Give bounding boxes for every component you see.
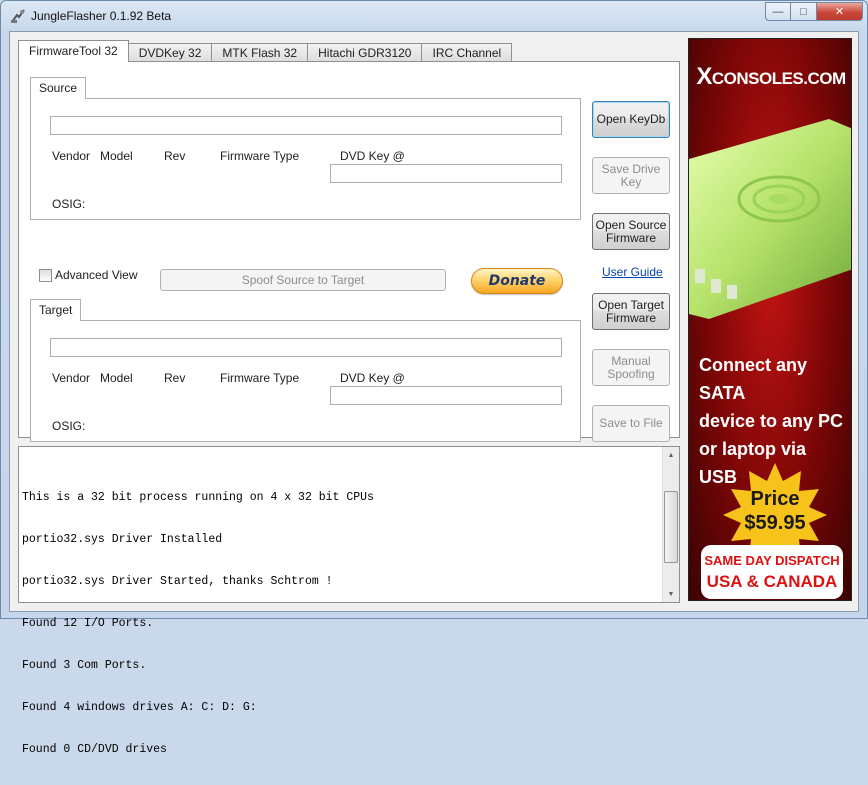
tab-irc-channel[interactable]: IRC Channel — [421, 43, 513, 62]
donate-button[interactable]: Donate — [471, 268, 563, 294]
caption-buttons: — □ ✕ — [765, 2, 863, 22]
advanced-view-label[interactable]: Advanced View — [55, 268, 138, 282]
target-rev-label: Rev — [164, 371, 186, 385]
source-osig-label: OSIG: — [52, 197, 86, 211]
log-line: Found 4 windows drives A: C: D: G: — [22, 701, 257, 714]
target-model-label: Model — [100, 371, 133, 385]
advanced-view-checkbox[interactable] — [39, 269, 52, 282]
open-keydb-button[interactable]: Open KeyDb — [592, 101, 670, 138]
open-target-firmware-button[interactable]: Open Target Firmware — [592, 293, 670, 330]
source-dvd-key-field[interactable] — [330, 164, 562, 183]
source-dvd-key-label: DVD Key @ — [340, 149, 405, 163]
scroll-up-arrow-icon[interactable]: ▲ — [663, 447, 679, 463]
ad-logo-text: CONSOLES.COM — [711, 69, 846, 88]
log-line: portio32.sys Driver Started, thanks Scht… — [22, 575, 333, 588]
xconsoles-ad[interactable]: XCONSOLES.COM Connect any SATA device to… — [688, 38, 852, 601]
source-group: Vendor Model Rev Firmware Type DVD Key @… — [30, 98, 581, 220]
log-scrollbar[interactable]: ▲ ▼ — [662, 447, 679, 602]
ad-banner-line1: SAME DAY DISPATCH — [704, 553, 840, 568]
user-guide-link[interactable]: User Guide — [602, 265, 663, 279]
spoof-source-to-target-button[interactable]: Spoof Source to Target — [160, 269, 446, 291]
target-dvd-key-label: DVD Key @ — [340, 371, 405, 385]
tab-hitachi[interactable]: Hitachi GDR3120 — [307, 43, 423, 62]
tab-mtk-flash[interactable]: MTK Flash 32 — [211, 43, 309, 62]
target-group-tab[interactable]: Target — [30, 299, 82, 321]
target-drive-field[interactable] — [50, 338, 562, 357]
source-drive-field[interactable] — [50, 116, 562, 135]
target-group: Vendor Model Rev Firmware Type DVD Key @… — [30, 320, 581, 442]
ad-logo-x: X — [696, 63, 712, 90]
target-dvd-key-field[interactable] — [330, 386, 562, 405]
client-area: FirmwareTool 32 DVDKey 32 MTK Flash 32 H… — [9, 31, 859, 756]
ad-price-label: Price — [750, 488, 800, 510]
log-line: Found 3 Com Ports. — [22, 659, 147, 672]
ad-dispatch-banner: SAME DAY DISPATCH USA & CANADA — [701, 545, 843, 599]
app-window: JungleFlasher 0.1.92 Beta — □ ✕ Firmware… — [0, 0, 868, 756]
source-vendor-label: Vendor — [52, 149, 91, 163]
minimize-button[interactable]: — — [765, 2, 791, 21]
target-vendor-label: Vendor — [52, 371, 91, 385]
maximize-button[interactable]: □ — [791, 2, 817, 21]
manual-spoofing-button[interactable]: Manual Spoofing — [592, 349, 670, 386]
ad-price: Price $59.95 — [723, 487, 827, 535]
ad-tagline-line: Connect any SATA — [699, 355, 808, 403]
open-source-firmware-button[interactable]: Open Source Firmware — [592, 213, 670, 250]
log-line: This is a 32 bit process running on 4 x … — [22, 491, 374, 504]
title-bar[interactable]: JungleFlasher 0.1.92 Beta — □ ✕ — [1, 1, 867, 31]
close-button[interactable]: ✕ — [817, 2, 863, 21]
log-line: portio32.sys Driver Installed — [22, 533, 223, 546]
save-to-file-button[interactable]: Save to File — [592, 405, 670, 442]
circuit-board-image — [689, 119, 851, 319]
target-osig-label: OSIG: — [52, 419, 86, 433]
target-firmware-type-label: Firmware Type — [220, 371, 300, 385]
log-line: Found 0 CD/DVD drives — [22, 743, 167, 756]
ad-tagline-line: device to any PC — [699, 411, 844, 431]
log-line: Found 12 I/O Ports. — [22, 617, 154, 630]
source-rev-label: Rev — [164, 149, 186, 163]
ad-logo: XCONSOLES.COM — [689, 63, 851, 91]
scroll-thumb[interactable] — [664, 491, 678, 563]
app-icon — [11, 9, 25, 23]
tab-strip: FirmwareTool 32 DVDKey 32 MTK Flash 32 H… — [18, 40, 513, 62]
save-drive-key-button[interactable]: Save Drive Key — [592, 157, 670, 194]
window-title: JungleFlasher 0.1.92 Beta — [31, 9, 172, 23]
log-output[interactable]: This is a 32 bit process running on 4 x … — [18, 446, 680, 756]
ad-banner-line2: USA & CANADA — [706, 572, 838, 591]
scroll-down-arrow-icon[interactable]: ▼ — [663, 586, 679, 602]
tab-firmwaretool[interactable]: FirmwareTool 32 — [18, 40, 129, 62]
firmwaretool-panel: Source Vendor Model Rev Firmware Type DV… — [18, 61, 680, 442]
source-group-tab[interactable]: Source — [30, 77, 87, 99]
ad-price-value: $59.95 — [744, 512, 806, 534]
source-model-label: Model — [100, 149, 133, 163]
tab-dvdkey[interactable]: DVDKey 32 — [127, 43, 213, 62]
log-lines: This is a 32 bit process running on 4 x … — [22, 463, 374, 785]
source-firmware-type-label: Firmware Type — [220, 149, 300, 163]
